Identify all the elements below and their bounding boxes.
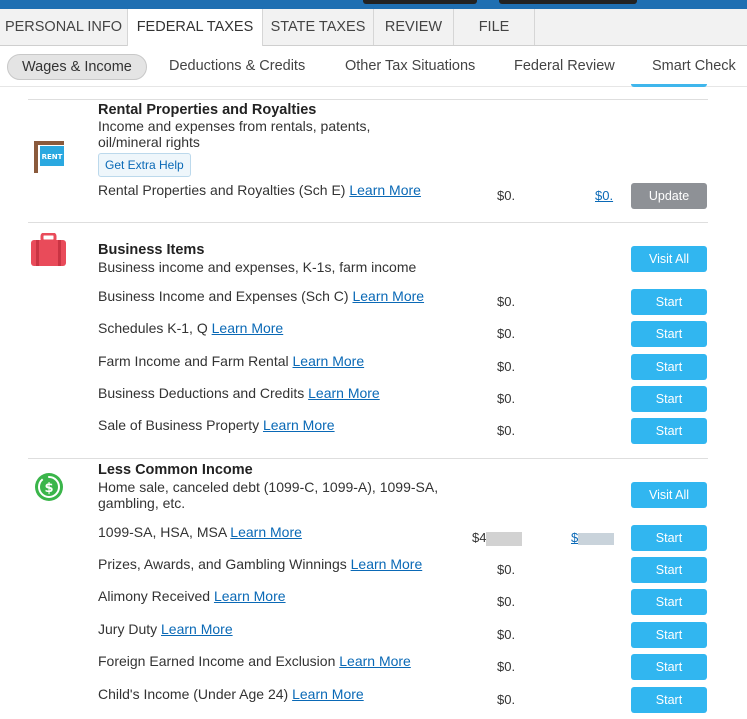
row-label: Schedules K-1, Q — [98, 320, 208, 336]
learn-more-link[interactable]: Learn More — [230, 524, 302, 540]
learn-more-link[interactable]: Learn More — [212, 320, 284, 336]
row-prizes-gambling: Prizes, Awards, and Gambling Winnings Le… — [98, 556, 422, 572]
section-divider — [28, 458, 708, 459]
start-button[interactable]: Start — [631, 289, 707, 315]
start-button[interactable]: Start — [631, 354, 707, 380]
amount-value: $0. — [497, 294, 516, 309]
row-sale-business-property: Sale of Business Property Learn More — [98, 417, 335, 433]
redacted-value — [578, 532, 615, 545]
start-button[interactable]: Start — [631, 321, 707, 347]
start-button[interactable]: Start — [631, 622, 707, 648]
row-rental-properties: Rental Properties and Royalties (Sch E) … — [98, 182, 421, 198]
row-label: Farm Income and Farm Rental — [98, 353, 289, 369]
section-divider — [28, 99, 708, 100]
subnav-federal-review[interactable]: Federal Review — [514, 46, 615, 86]
subnav-other-tax-situations[interactable]: Other Tax Situations — [345, 46, 475, 86]
business-visit-all-button[interactable]: Visit All — [631, 246, 707, 272]
learn-more-link[interactable]: Learn More — [349, 182, 421, 198]
row-1099-sa-hsa-msa: 1099-SA, HSA, MSA Learn More — [98, 524, 302, 540]
rental-amount: $0. — [497, 188, 516, 203]
start-button[interactable]: Start — [631, 386, 707, 412]
amount-value: $0. — [497, 359, 516, 374]
row-label: Business Income and Expenses (Sch C) — [98, 288, 349, 304]
svg-text:RENT: RENT — [42, 153, 63, 161]
amount-value: $0. — [497, 692, 516, 707]
tab-personal-info[interactable]: PERSONAL INFO — [0, 9, 128, 45]
start-button[interactable]: Start — [631, 589, 707, 615]
row-label: Foreign Earned Income and Exclusion — [98, 653, 336, 669]
amount-value: $0. — [497, 391, 516, 406]
amount-value: $0. — [497, 659, 516, 674]
get-extra-help-button[interactable]: Get Extra Help — [98, 153, 191, 177]
learn-more-link[interactable]: Learn More — [351, 556, 423, 572]
briefcase-icon — [31, 233, 66, 266]
start-button[interactable]: Start — [631, 687, 707, 713]
update-button[interactable]: Update — [631, 183, 707, 209]
tab-federal-taxes[interactable]: FEDERAL TAXES — [127, 9, 263, 46]
dollar-coin-icon: $ — [35, 473, 63, 501]
redacted-value — [486, 531, 523, 546]
amount-value: $0. — [497, 423, 516, 438]
learn-more-link[interactable]: Learn More — [339, 653, 411, 669]
section-divider — [28, 222, 708, 223]
tab-state-taxes[interactable]: STATE TAXES — [263, 9, 374, 45]
row-childs-income: Child's Income (Under Age 24) Learn More — [98, 686, 364, 702]
learn-more-link[interactable]: Learn More — [352, 288, 424, 304]
row-business-income: Business Income and Expenses (Sch C) Lea… — [98, 288, 424, 304]
less-common-section-title: Less Common Income — [98, 462, 253, 478]
hsa-refund-link[interactable]: $ — [571, 530, 615, 545]
main-tabs: PERSONAL INFO FEDERAL TAXES STATE TAXES … — [0, 9, 747, 46]
start-button[interactable]: Start — [631, 654, 707, 680]
row-label: Alimony Received — [98, 588, 211, 604]
rental-section-title: Rental Properties and Royalties — [98, 102, 317, 118]
top-bar-control — [363, 0, 477, 4]
tab-file[interactable]: FILE — [454, 9, 535, 45]
amount-value: $0. — [497, 594, 516, 609]
hsa-amount: $4 — [472, 530, 523, 546]
learn-more-link[interactable]: Learn More — [292, 686, 364, 702]
amount-value: $4 — [472, 530, 487, 545]
top-bar-control — [499, 0, 637, 4]
learn-more-link[interactable]: Learn More — [293, 353, 365, 369]
row-label: Prizes, Awards, and Gambling Winnings — [98, 556, 347, 572]
row-alimony-received: Alimony Received Learn More — [98, 588, 286, 604]
learn-more-link[interactable]: Learn More — [308, 385, 380, 401]
rental-refund-link[interactable]: $0. — [595, 188, 613, 203]
less-common-section-description: Home sale, canceled debt (1099-C, 1099-A… — [98, 479, 439, 511]
amount-value: $0. — [497, 627, 516, 642]
business-section-description: Business income and expenses, K-1s, farm… — [98, 259, 417, 275]
row-label: Sale of Business Property — [98, 417, 260, 433]
less-common-visit-all-button[interactable]: Visit All — [631, 482, 707, 508]
section-subnav: Wages & Income Deductions & Credits Othe… — [0, 46, 747, 87]
amount-value: $0. — [497, 326, 516, 341]
subnav-smart-check[interactable]: Smart Check — [652, 46, 736, 86]
row-farm-income: Farm Income and Farm Rental Learn More — [98, 353, 364, 369]
start-button[interactable]: Start — [631, 418, 707, 444]
row-label: Business Deductions and Credits — [98, 385, 305, 401]
row-label: Jury Duty — [98, 621, 158, 637]
start-button[interactable]: Start — [631, 525, 707, 551]
learn-more-link[interactable]: Learn More — [161, 621, 233, 637]
subnav-wages-income[interactable]: Wages & Income — [7, 54, 147, 80]
amount-value: $0. — [497, 562, 516, 577]
learn-more-link[interactable]: Learn More — [214, 588, 286, 604]
row-foreign-earned-income: Foreign Earned Income and Exclusion Lear… — [98, 653, 411, 669]
start-button[interactable]: Start — [631, 557, 707, 583]
row-schedules-k1: Schedules K-1, Q Learn More — [98, 320, 283, 336]
svg-text:$: $ — [44, 481, 53, 496]
row-label: 1099-SA, HSA, MSA — [98, 524, 227, 540]
tab-review[interactable]: REVIEW — [374, 9, 454, 45]
top-app-bar — [0, 0, 747, 9]
refund-value: $ — [571, 530, 579, 545]
subnav-deductions-credits[interactable]: Deductions & Credits — [169, 46, 305, 86]
rental-section-description: Income and expenses from rentals, patent… — [98, 118, 371, 150]
row-business-deductions: Business Deductions and Credits Learn Mo… — [98, 385, 380, 401]
business-section-title: Business Items — [98, 242, 205, 258]
row-label: Rental Properties and Royalties (Sch E) — [98, 182, 346, 198]
row-jury-duty: Jury Duty Learn More — [98, 621, 233, 637]
row-label: Child's Income (Under Age 24) — [98, 686, 289, 702]
learn-more-link[interactable]: Learn More — [263, 417, 335, 433]
previous-section-button[interactable] — [631, 84, 707, 87]
rent-sign-icon: RENT — [34, 141, 64, 173]
